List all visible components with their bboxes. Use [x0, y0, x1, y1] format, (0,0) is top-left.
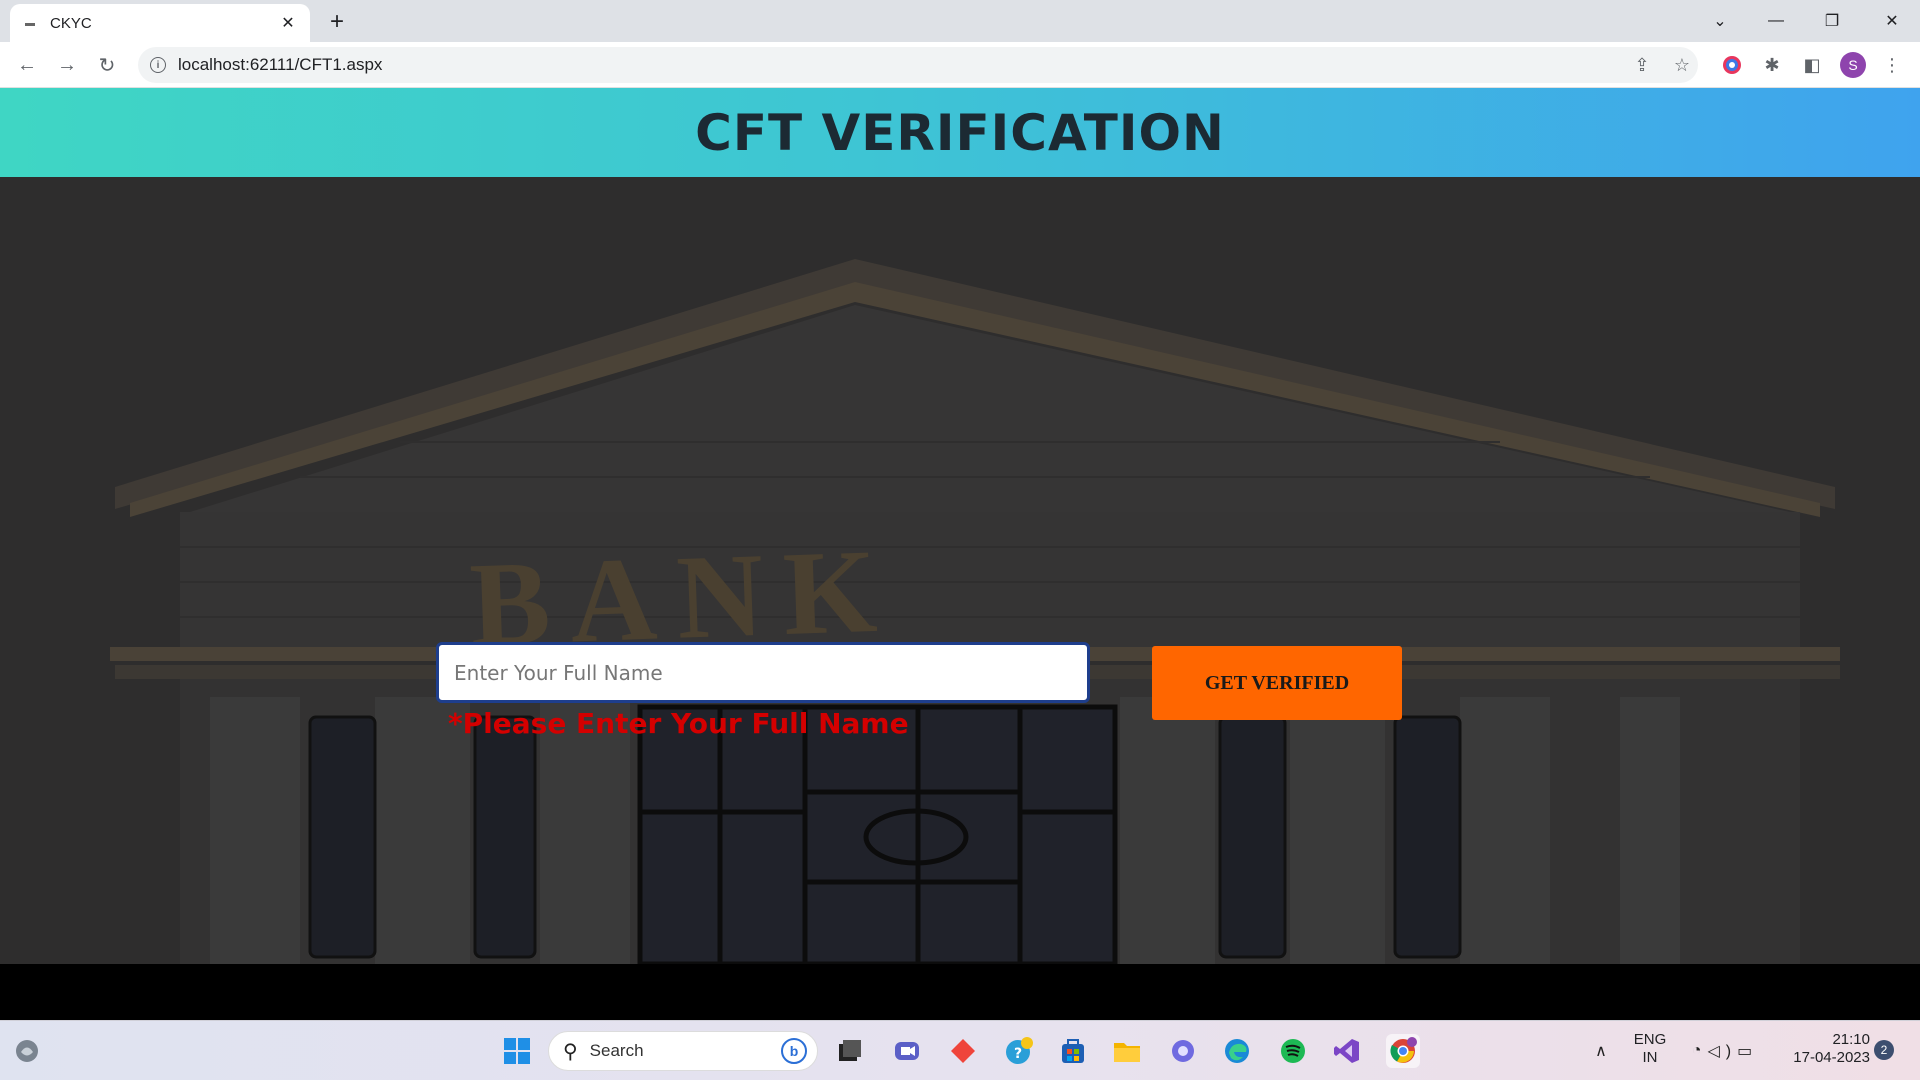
- show-hidden-icons-chevron-icon[interactable]: ∧: [1584, 1034, 1618, 1068]
- language-code: ENG: [1633, 1031, 1667, 1048]
- clock-date: 17-04-2023: [1793, 1049, 1870, 1066]
- language-indicator[interactable]: ENG IN: [1630, 1031, 1670, 1067]
- share-icon[interactable]: ⇪: [1630, 53, 1654, 77]
- region-code: IN: [1642, 1049, 1658, 1066]
- forward-arrow-icon[interactable]: →: [52, 50, 82, 80]
- browser-tabstrip: ▬ CKYC ✕ + ⌄ — ❐ ✕: [0, 0, 1920, 42]
- anydesk-icon[interactable]: [946, 1034, 980, 1068]
- spotify-icon[interactable]: [1276, 1034, 1310, 1068]
- minimize-window-icon[interactable]: —: [1748, 0, 1804, 42]
- clock-time: 21:10: [1832, 1031, 1870, 1048]
- taskbar-search[interactable]: ⚲ Search b: [548, 1031, 818, 1071]
- name-validation-error: *Please Enter Your Full Name: [448, 707, 909, 740]
- get-verified-button[interactable]: GET VERIFIED: [1152, 646, 1402, 720]
- new-tab-button[interactable]: +: [323, 8, 351, 36]
- teams-chat-icon[interactable]: [890, 1034, 924, 1068]
- edge-browser-icon[interactable]: [1220, 1034, 1254, 1068]
- notification-badge[interactable]: 2: [1874, 1040, 1894, 1060]
- full-name-input[interactable]: [436, 642, 1090, 703]
- copilot-app-icon[interactable]: [1166, 1034, 1200, 1068]
- get-help-icon[interactable]: ?: [1002, 1034, 1036, 1068]
- microsoft-store-icon[interactable]: [1056, 1034, 1090, 1068]
- windows-taskbar: ⚲ Search b ? ∧ ENG IN ◔ ◁) ▭ 21:10 17-04…: [0, 1020, 1920, 1080]
- browser-toolbar: ← → ↻ i localhost:62111/CFT1.aspx ⇪ ☆ ✱ …: [0, 42, 1920, 88]
- page-favicon-icon: ▬: [25, 17, 35, 29]
- bing-icon[interactable]: b: [781, 1038, 807, 1064]
- browser-tab[interactable]: ▬ CKYC ✕: [10, 4, 310, 42]
- battery-icon: ▭: [1737, 1043, 1759, 1060]
- site-info-icon[interactable]: i: [138, 57, 178, 73]
- clock[interactable]: 21:10 17-04-2023: [1780, 1031, 1870, 1067]
- page-title: CFT VERIFICATION: [695, 103, 1225, 162]
- search-icon: ⚲: [563, 1040, 578, 1063]
- tab-title: CKYC: [50, 14, 92, 32]
- visual-studio-icon[interactable]: [1330, 1034, 1364, 1068]
- volume-icon: ◁): [1707, 1043, 1738, 1060]
- svg-text:?: ?: [1014, 1046, 1022, 1062]
- restore-window-icon[interactable]: ❐: [1804, 0, 1860, 42]
- widgets-icon[interactable]: [10, 1034, 44, 1068]
- bookmark-star-icon[interactable]: ☆: [1670, 53, 1694, 77]
- bank-building-image: BANK: [0, 177, 1920, 964]
- url-text[interactable]: localhost:62111/CFT1.aspx: [178, 55, 382, 75]
- profile-avatar[interactable]: S: [1840, 52, 1866, 78]
- tab-search-chevron-icon[interactable]: ⌄: [1692, 0, 1748, 42]
- network-volume-battery-icons[interactable]: ◔ ◁) ▭: [1680, 1034, 1770, 1068]
- back-arrow-icon[interactable]: ←: [12, 50, 42, 80]
- side-panel-icon[interactable]: ◧: [1800, 53, 1824, 77]
- extensions-puzzle-icon[interactable]: ✱: [1760, 53, 1784, 77]
- address-bar[interactable]: i localhost:62111/CFT1.aspx: [138, 47, 1698, 83]
- bank-hero-section: BANK Enter Your Full Name *Please Enter …: [0, 177, 1920, 964]
- wifi-icon: ◔: [1691, 1042, 1708, 1059]
- site-header: CFT VERIFICATION: [0, 88, 1920, 177]
- browser-menu-icon[interactable]: ⋮: [1880, 53, 1904, 77]
- task-view-icon[interactable]: [833, 1034, 867, 1068]
- windows-start-icon[interactable]: [500, 1034, 534, 1068]
- web-page: CFT VERIFICATION BANK Enter Your Full Na…: [0, 88, 1920, 1020]
- color-extension-icon[interactable]: [1720, 53, 1744, 77]
- chrome-browser-icon[interactable]: [1386, 1034, 1420, 1068]
- close-window-icon[interactable]: ✕: [1864, 0, 1920, 42]
- search-label: Search: [589, 1041, 644, 1060]
- file-explorer-icon[interactable]: [1110, 1034, 1144, 1068]
- reload-icon[interactable]: ↻: [92, 50, 122, 80]
- close-tab-icon[interactable]: ✕: [278, 13, 298, 33]
